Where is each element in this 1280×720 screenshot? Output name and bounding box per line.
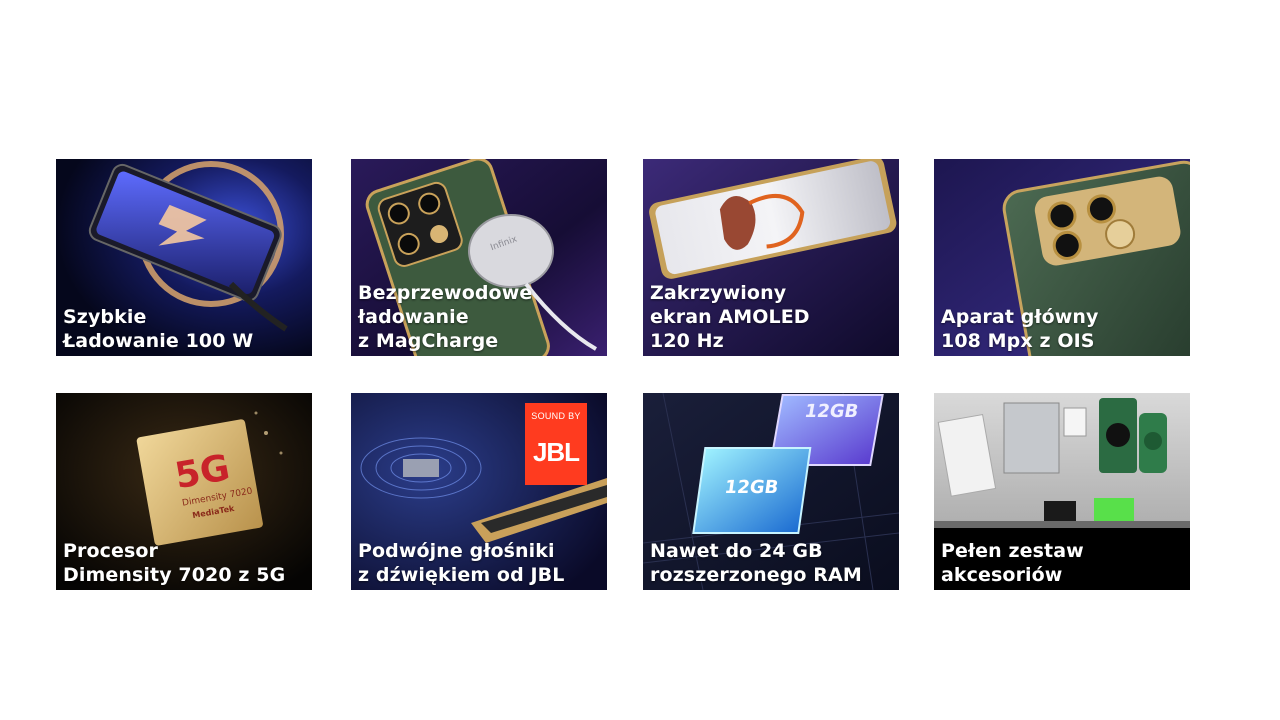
accessories-caption: Pełen zestaw akcesoriów <box>941 540 1084 586</box>
feature-tile-main-camera[interactable]: Aparat główny 108 Mpx z OIS <box>934 159 1190 356</box>
feature-tile-ram[interactable]: 12GB 12GB Nawet do 24 GB rozszerzonego R… <box>643 393 899 590</box>
jbl-badge: SOUND BY JBL <box>525 403 587 485</box>
processor-caption: Procesor Dimensity 7020 z 5G <box>63 540 286 586</box>
feature-grid: Szybkie Ładowanie 100 W Infinix Bezprzew… <box>56 159 1191 590</box>
ram-chip-label-bottom: 12GB <box>723 477 779 498</box>
speakers-caption: Podwójne głośniki z dźwiękiem od JBL <box>358 540 565 586</box>
feature-tile-speakers[interactable]: SOUND BY JBL Podwójne głośniki z dźwięki… <box>351 393 607 590</box>
main-camera-caption: Aparat główny 108 Mpx z OIS <box>941 306 1099 352</box>
feature-tile-processor[interactable]: 5G Dimensity 7020 MediaTek Procesor Dime… <box>56 393 312 590</box>
sound-by-label: SOUND BY <box>531 411 581 421</box>
ram-caption: Nawet do 24 GB rozszerzonego RAM <box>650 540 862 586</box>
feature-tile-fast-charging[interactable]: Szybkie Ładowanie 100 W <box>56 159 312 356</box>
feature-tile-curved-display[interactable]: Zakrzywiony ekran AMOLED 120 Hz <box>643 159 899 356</box>
jbl-logo: JBL <box>532 437 580 467</box>
feature-tile-accessories[interactable]: Pełen zestaw akcesoriów <box>934 393 1190 590</box>
feature-tile-wireless-charging[interactable]: Infinix Bezprzewodowe ładowanie z MagCha… <box>351 159 607 356</box>
fast-charging-caption: Szybkie Ładowanie 100 W <box>63 306 254 352</box>
curved-display-caption: Zakrzywiony ekran AMOLED 120 Hz <box>650 282 810 352</box>
wireless-charging-caption: Bezprzewodowe ładowanie z MagCharge <box>358 282 533 352</box>
ram-chip-label-top: 12GB <box>803 401 860 422</box>
